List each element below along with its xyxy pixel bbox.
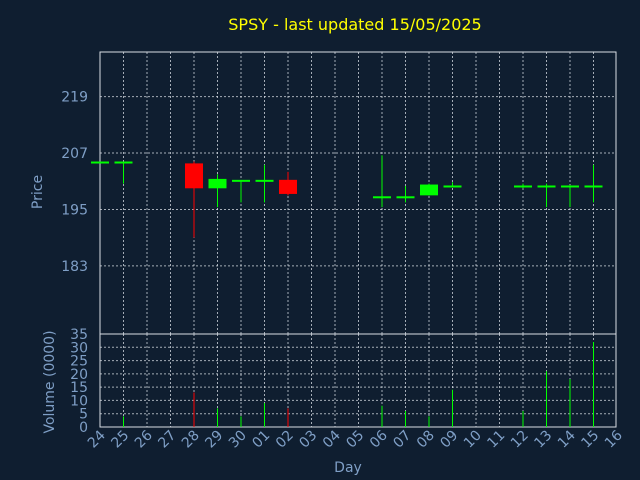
x-tick-label: 07: [390, 428, 414, 452]
price-tick-label: 195: [61, 202, 88, 218]
candle-body: [561, 185, 579, 188]
price-tick-label: 207: [61, 146, 88, 162]
candle-body: [420, 184, 438, 196]
x-tick-label: 13: [531, 428, 555, 452]
x-tick-label: 26: [132, 427, 156, 451]
candle-body: [185, 163, 203, 189]
price-tick-label: 219: [61, 90, 88, 106]
x-tick-label: 04: [320, 427, 344, 451]
x-tick-label: 15: [578, 428, 602, 452]
x-tick-label: 25: [108, 428, 132, 452]
candle-body: [114, 161, 133, 164]
x-axis: 24 25 26 27 28 29 30 01 02 03 04 05 06 07 08 09 10 11 12 13…: [85, 427, 626, 451]
chart-title: SPSY - last updated 15/05/2025: [228, 15, 481, 34]
candle-body: [443, 185, 462, 188]
price-panel: 183 195 207 219: [61, 51, 617, 335]
x-tick-label: 01: [249, 428, 273, 452]
x-tick-label: 11: [484, 428, 508, 452]
candle-body: [537, 185, 556, 188]
stock-chart: SPSY - last updated 15/05/2025 183 195 207…: [30, 15, 626, 476]
x-tick-label: 09: [437, 428, 461, 452]
candle-body: [514, 185, 532, 188]
x-tick-label: 27: [155, 428, 179, 452]
x-tick-label: 30: [226, 428, 250, 452]
candle-body: [373, 196, 391, 199]
candle-body: [279, 179, 297, 194]
x-tick-label: 28: [179, 428, 203, 452]
x-tick-label: 16: [602, 427, 626, 451]
candle-body: [255, 179, 274, 182]
x-tick-label: 14: [555, 427, 579, 451]
candle-body: [584, 185, 603, 188]
candle-body: [232, 179, 250, 182]
x-tick-label: 10: [461, 428, 485, 452]
candle-body: [396, 196, 415, 199]
volume-tick-label: 35: [70, 327, 88, 343]
x-tick-label: 05: [343, 428, 367, 452]
candle-body: [91, 161, 109, 164]
x-tick-label: 24: [85, 427, 109, 451]
x-tick-label: 12: [508, 428, 532, 452]
x-tick-label: 08: [414, 428, 438, 452]
volume-panel: 05101520253035: [70, 327, 617, 436]
y-axis-label-volume: Volume (0000): [42, 330, 58, 433]
price-tick-label: 183: [61, 259, 88, 275]
y-axis-label-price: Price: [30, 175, 46, 209]
x-axis-label: Day: [334, 460, 362, 476]
x-tick-label: 06: [367, 427, 391, 451]
x-tick-label: 29: [202, 428, 226, 452]
x-tick-label: 02: [273, 428, 297, 452]
candle-body: [208, 178, 227, 189]
x-tick-label: 03: [296, 428, 320, 452]
